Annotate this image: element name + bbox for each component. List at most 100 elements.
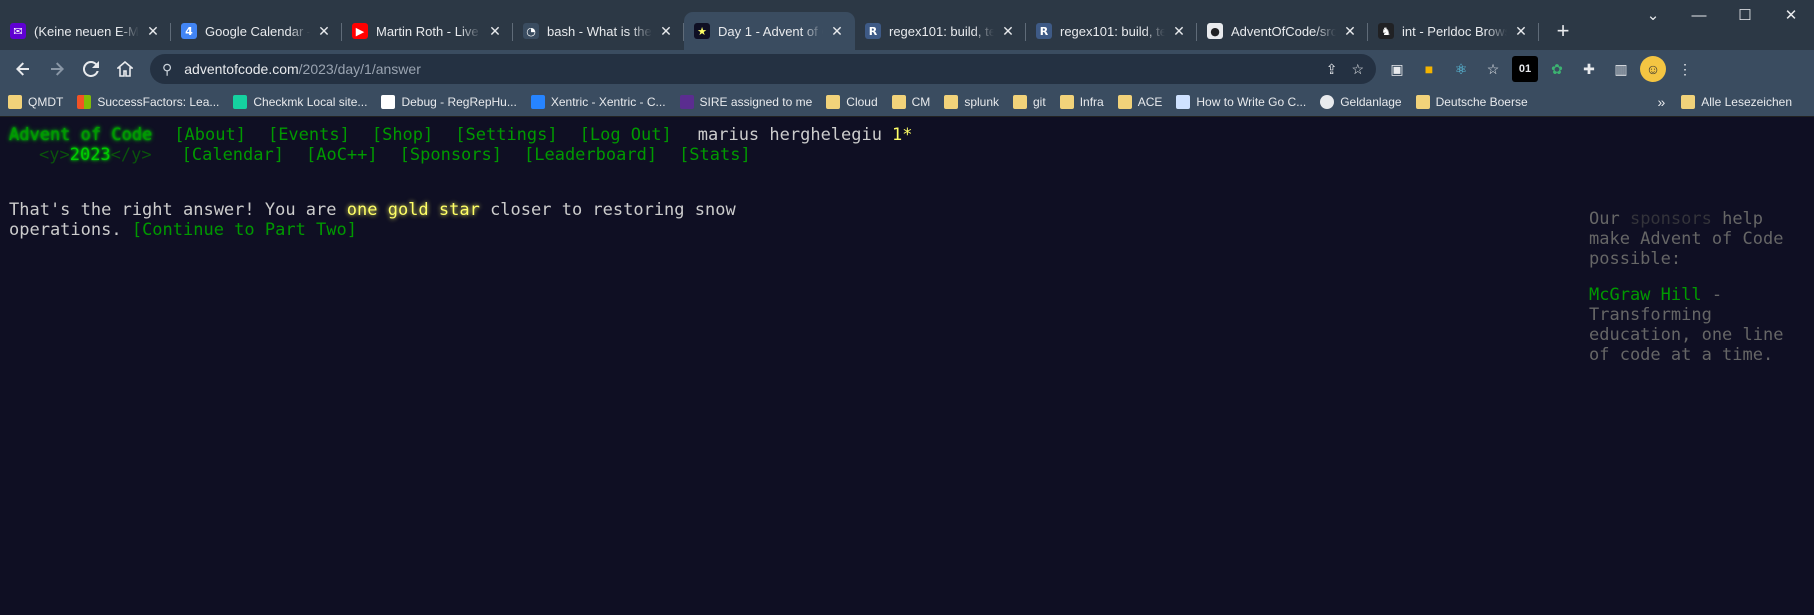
all-bookmarks-label: Alle Lesezeichen bbox=[1701, 95, 1792, 109]
bookmark-item[interactable]: Infra bbox=[1059, 95, 1104, 109]
tab-close-icon[interactable]: ✕ bbox=[658, 23, 674, 40]
regex101-icon: R bbox=[1036, 23, 1052, 39]
continue-part-two-link[interactable]: [Continue to Part Two] bbox=[132, 220, 357, 240]
sponsor-link[interactable]: McGraw Hill bbox=[1589, 285, 1702, 305]
sponsor-entry: McGraw Hill - Transforming education, on… bbox=[1589, 285, 1789, 365]
subnav-link[interactable]: [Stats] bbox=[679, 145, 751, 165]
reload-icon[interactable] bbox=[74, 52, 108, 86]
address-bar[interactable]: ⚲ adventofcode.com/2023/day/1/answer ⇪ ☆ bbox=[150, 54, 1376, 84]
bookmark-item[interactable]: Geldanlage bbox=[1320, 95, 1402, 109]
bookmark-item[interactable]: Xentric - Xentric - C... bbox=[530, 95, 666, 109]
subnav-link[interactable]: [Calendar] bbox=[182, 145, 284, 165]
menu-kebab-icon[interactable]: ⋮ bbox=[1672, 56, 1698, 82]
browser-tab[interactable]: 4 Google Calendar - ✕ bbox=[171, 12, 342, 50]
all-bookmarks-button[interactable]: Alle Lesezeichen bbox=[1681, 95, 1792, 109]
browser-tab[interactable]: ★ Day 1 - Advent of C ✕ bbox=[684, 12, 855, 50]
bookmark-item[interactable]: Checkmk Local site... bbox=[233, 95, 367, 109]
bookmark-item[interactable]: Cloud bbox=[826, 95, 878, 109]
folder-icon bbox=[8, 95, 22, 109]
tab-title: Martin Roth - Live a bbox=[376, 23, 481, 39]
bookmark-item[interactable]: SIRE assigned to me bbox=[679, 95, 813, 109]
user-name: marius herghelegiu bbox=[697, 125, 882, 145]
nav-link[interactable]: [Shop] bbox=[372, 125, 433, 145]
bookmark-item[interactable]: git bbox=[1013, 95, 1046, 109]
subnav-link[interactable]: [AoC++] bbox=[306, 145, 378, 165]
side-panel-icon[interactable]: ▥ bbox=[1608, 56, 1634, 82]
tab-close-icon[interactable]: ✕ bbox=[1513, 23, 1529, 40]
tab-close-icon[interactable]: ✕ bbox=[1000, 23, 1016, 40]
close-window-icon[interactable]: ✕ bbox=[1768, 0, 1814, 30]
bookmark-item[interactable]: QMDT bbox=[8, 95, 63, 109]
aoc-header: Advent of Code [About] [Events] [Shop] [Set… bbox=[0, 117, 1814, 165]
browser-tab[interactable]: Rregex101: build, tes ✕ bbox=[855, 12, 1026, 50]
tab-close-icon[interactable]: ✕ bbox=[487, 23, 503, 40]
subnav-link[interactable]: [Leaderboard] bbox=[524, 145, 657, 165]
tab-title: int - Perldoc Browse bbox=[1402, 23, 1507, 39]
new-tab-icon[interactable]: + bbox=[1545, 12, 1581, 50]
folder-icon bbox=[1681, 95, 1696, 109]
tab-close-icon[interactable]: ✕ bbox=[1342, 23, 1358, 40]
subnav-link[interactable]: [Sponsors] bbox=[400, 145, 502, 165]
forward-icon[interactable] bbox=[40, 52, 74, 86]
extensions-puzzle-icon[interactable]: ✚ bbox=[1576, 56, 1602, 82]
microsoft-icon bbox=[77, 95, 92, 109]
profile-avatar-icon[interactable]: ☺ bbox=[1640, 56, 1666, 82]
nav-link[interactable]: [About] bbox=[174, 125, 246, 145]
bookmark-item[interactable]: Debug - RegRepHu... bbox=[381, 95, 517, 109]
otp-extension-icon[interactable]: 01 bbox=[1512, 56, 1538, 82]
header-line-1: Advent of Code [About] [Events] [Shop] [Set… bbox=[9, 125, 1814, 145]
bookmark-star-icon[interactable]: ☆ bbox=[1351, 61, 1364, 78]
bookmark-item[interactable]: CM bbox=[891, 95, 930, 109]
perl-camel-icon: ♞ bbox=[1378, 23, 1394, 39]
react-extension-icon[interactable]: ⚛ bbox=[1448, 56, 1474, 82]
tab-close-icon[interactable]: ✕ bbox=[145, 23, 161, 40]
maximize-icon[interactable]: ☐ bbox=[1722, 0, 1768, 30]
star-extension-icon[interactable]: ☆ bbox=[1480, 56, 1506, 82]
browser-tab[interactable]: ✉ (Keine neuen E-Mail ✕ bbox=[0, 12, 171, 50]
tab-close-icon[interactable]: ✕ bbox=[1171, 23, 1187, 40]
bookmark-label: SIRE assigned to me bbox=[699, 95, 813, 109]
tab-close-icon[interactable]: ✕ bbox=[316, 23, 332, 40]
back-icon[interactable] bbox=[6, 52, 40, 86]
main-nav: [About] [Events] [Shop] [Settings] [Log Out] bbox=[152, 125, 671, 145]
tab-close-icon[interactable]: ✕ bbox=[829, 23, 845, 40]
browser-tab[interactable]: Rregex101: build, tes ✕ bbox=[1026, 12, 1197, 50]
year-link[interactable]: <y>2023</y> bbox=[39, 145, 152, 165]
sponsor-intro: Our sponsors help make Advent of Code po… bbox=[1589, 209, 1789, 269]
gold-star-text: one gold star bbox=[346, 200, 480, 220]
bookmark-item[interactable]: How to Write Go C... bbox=[1176, 95, 1306, 109]
minimize-icon[interactable]: — bbox=[1676, 0, 1722, 30]
bookmarks-overflow-icon[interactable]: » bbox=[1657, 94, 1665, 110]
tab-title: regex101: build, tes bbox=[889, 23, 994, 39]
calendar-icon: 4 bbox=[181, 23, 197, 39]
url-host: adventofcode.com bbox=[184, 61, 299, 77]
url-text[interactable]: adventofcode.com/2023/day/1/answer bbox=[184, 61, 1325, 77]
screenshot-extension-icon[interactable]: ▣ bbox=[1384, 56, 1410, 82]
share-icon[interactable]: ⇪ bbox=[1326, 61, 1338, 78]
home-icon[interactable] bbox=[108, 52, 142, 86]
tab-strip: ✉(Keine neuen E-Mail✕4Google Calendar - … bbox=[0, 0, 1814, 50]
checkmk-icon bbox=[233, 95, 248, 109]
tab-search-icon[interactable]: ⌄ bbox=[1630, 0, 1676, 30]
bookmark-item[interactable]: ACE bbox=[1117, 95, 1162, 109]
tab-title: bash - What is the bbox=[547, 23, 652, 39]
browser-tab[interactable]: ♞ int - Perldoc Browse ✕ bbox=[1368, 12, 1539, 50]
folder-icon bbox=[944, 95, 959, 109]
bookmark-item[interactable]: Deutsche Boerse bbox=[1415, 95, 1528, 109]
keep-extension-icon[interactable]: ■ bbox=[1416, 56, 1442, 82]
sidebar-text-1: Our bbox=[1589, 209, 1630, 229]
chatgpt-extension-icon[interactable]: ✿ bbox=[1544, 56, 1570, 82]
bookmark-item[interactable]: SuccessFactors: Lea... bbox=[77, 95, 219, 109]
browser-tab[interactable]: ◔ bash - What is the ✕ bbox=[513, 12, 684, 50]
site-info-icon[interactable]: ⚲ bbox=[162, 61, 172, 78]
browser-tab[interactable]: ● AdventOfCode/src/ ✕ bbox=[1197, 12, 1368, 50]
browser-tab[interactable]: ▶ Martin Roth - Live a ✕ bbox=[342, 12, 513, 50]
toolbar: ⚲ adventofcode.com/2023/day/1/answer ⇪ ☆… bbox=[0, 50, 1814, 88]
sponsors-link[interactable]: sponsors bbox=[1630, 209, 1712, 229]
nav-link[interactable]: [Log Out] bbox=[580, 125, 672, 145]
nav-link[interactable]: [Events] bbox=[268, 125, 350, 145]
nav-link[interactable]: [Settings] bbox=[455, 125, 557, 145]
browser-chrome: ✉(Keine neuen E-Mail✕4Google Calendar - … bbox=[0, 0, 1814, 117]
site-title-link[interactable]: Advent of Code bbox=[9, 125, 152, 145]
bookmark-item[interactable]: splunk bbox=[944, 95, 999, 109]
